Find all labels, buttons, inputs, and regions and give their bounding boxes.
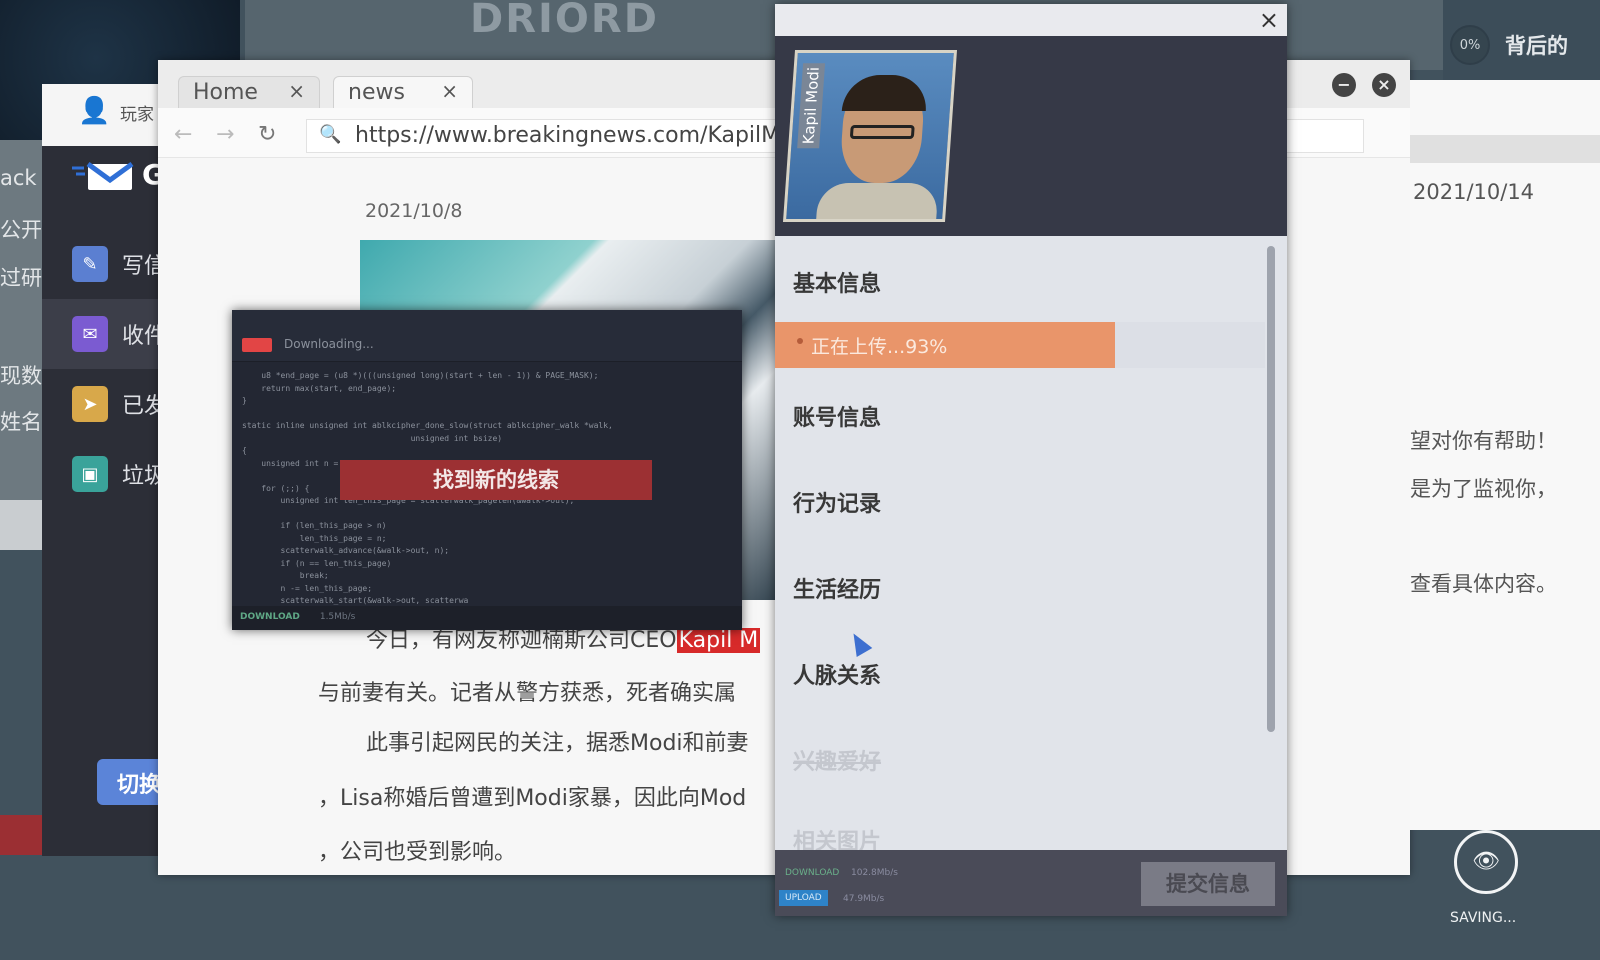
doc-line: 姓名 <box>0 410 42 434</box>
close-tab-icon[interactable]: × <box>441 79 458 103</box>
status-badge <box>242 338 272 352</box>
back-icon[interactable]: ← <box>174 122 192 147</box>
download-label: DOWNLOAD <box>785 868 840 878</box>
highlighted-name[interactable]: Kapil M <box>676 628 761 653</box>
send-icon: ➤ <box>72 386 108 422</box>
url-text: https://www.breakingnews.com/KapilModi <box>355 123 814 148</box>
trash-icon: ▣ <box>72 456 108 492</box>
download-footer: DOWNLOAD 1.5Mb/s <box>232 606 742 630</box>
article-line: ，公司也受到影响。 <box>318 840 517 865</box>
task-title[interactable]: 背后的 <box>1505 30 1568 60</box>
portrait-image: Kapil Modi <box>782 50 958 222</box>
background-document-window: ack 公开 过研 现数 姓名 <box>0 140 48 520</box>
article-line: 与前妻有关。记者从警方获悉，死者确实属 <box>318 681 737 706</box>
email-date: 2021/10/14 <box>1413 180 1535 204</box>
mail-nav-compose[interactable]: ✎ 写信 <box>42 229 172 299</box>
portrait-name: Kapil Modi <box>797 63 826 149</box>
tab-news[interactable]: news × <box>333 76 473 108</box>
submit-info-button[interactable]: 提交信息 <box>1141 862 1275 906</box>
upload-speed: 47.9Mb/s <box>843 894 885 904</box>
tab-home[interactable]: Home × <box>178 76 320 108</box>
saving-eye-icon: 👁 <box>1454 830 1518 894</box>
email-window: 2021/10/14 望对你有帮助！ 是为了监视你， 查看具体内容。 <box>1410 80 1600 830</box>
close-tab-icon[interactable]: × <box>288 79 305 103</box>
download-speed: 1.5Mb/s <box>319 612 356 622</box>
bullet-icon <box>797 338 803 344</box>
user-name: 玩家 <box>120 105 154 125</box>
section-behavior-log[interactable]: 行为记录 <box>793 486 881 518</box>
mail-nav-sent[interactable]: ➤ 已发 <box>42 369 172 439</box>
profile-window: × Kapil Modi 基本信息 正在上传...93% 账号信息 行为记录 生… <box>775 4 1287 916</box>
email-line: 查看具体内容。 <box>1410 572 1557 596</box>
email-line: 望对你有帮助！ <box>1410 429 1557 453</box>
article-line: ，Lisa称婚后曾遭到Modi家暴，因此向Mod <box>318 786 747 811</box>
doc-red-bar <box>0 815 45 855</box>
section-account-info[interactable]: 账号信息 <box>793 400 881 432</box>
download-title: Downloading... <box>284 337 374 351</box>
background-logo: DRIORD <box>470 0 659 42</box>
minimize-icon[interactable]: − <box>1332 73 1356 97</box>
doc-line: ack <box>0 166 37 190</box>
mail-nav-inbox[interactable]: ✉ 收件 <box>42 299 172 369</box>
user-icon: 👤 <box>78 96 111 126</box>
email-line: 是为了监视你， <box>1410 477 1557 501</box>
download-label: DOWNLOAD <box>240 612 300 622</box>
mail-nav-trash[interactable]: ▣ 垃圾 <box>42 439 172 509</box>
download-window: Downloading... u8 *end_page = (u8 *)(((u… <box>232 310 742 630</box>
profile-footer: DOWNLOAD 102.8Mb/s UPLOAD 47.9Mb/s 提交信息 <box>775 850 1287 916</box>
download-header <box>232 310 742 362</box>
edit-icon: ✎ <box>72 246 108 282</box>
close-icon[interactable]: × <box>1259 6 1279 34</box>
mail-header: 👤 玩家 <box>42 84 172 146</box>
doc-footer <box>0 500 45 550</box>
mail-logo-icon <box>72 161 134 192</box>
reload-icon[interactable]: ↻ <box>258 122 276 147</box>
article-line: 此事引起网民的关注，据悉Modi和前妻 <box>366 731 749 756</box>
task-progress: 0% <box>1450 25 1490 65</box>
tab-label: news <box>348 80 405 105</box>
profile-header: Kapil Modi <box>775 36 1287 236</box>
scrollbar[interactable] <box>1267 246 1275 732</box>
doc-line: 过研 <box>0 266 42 290</box>
close-window-icon[interactable]: × <box>1372 73 1396 97</box>
upload-progress-label: 正在上传...93% <box>811 336 948 358</box>
section-hobbies: 兴趣爱好 <box>793 750 882 775</box>
doc-line: 现数 <box>0 364 42 388</box>
section-basic-info[interactable]: 基本信息 <box>793 266 881 298</box>
saving-label: SAVING... <box>1450 910 1517 926</box>
tab-label: Home <box>193 80 258 105</box>
email-toolbar <box>1410 135 1600 163</box>
mail-window: 👤 玩家 G ✎ 写信 ✉ 收件 ➤ 已发 ▣ 垃圾 切换 <box>42 84 172 856</box>
envelope-icon: ✉ <box>72 316 108 352</box>
section-life-history[interactable]: 生活经历 <box>793 572 881 604</box>
profile-titlebar <box>775 4 1287 36</box>
upload-label: UPLOAD <box>779 890 828 906</box>
section-relationships[interactable]: 人脉关系 <box>793 658 881 690</box>
doc-line: 公开 <box>0 218 42 242</box>
new-clue-notice: 找到新的线索 <box>340 460 652 500</box>
article-date: 2021/10/8 <box>365 200 463 222</box>
search-icon: 🔍 <box>319 124 342 145</box>
download-speed: 102.8Mb/s <box>851 868 898 878</box>
forward-icon[interactable]: → <box>216 122 234 147</box>
